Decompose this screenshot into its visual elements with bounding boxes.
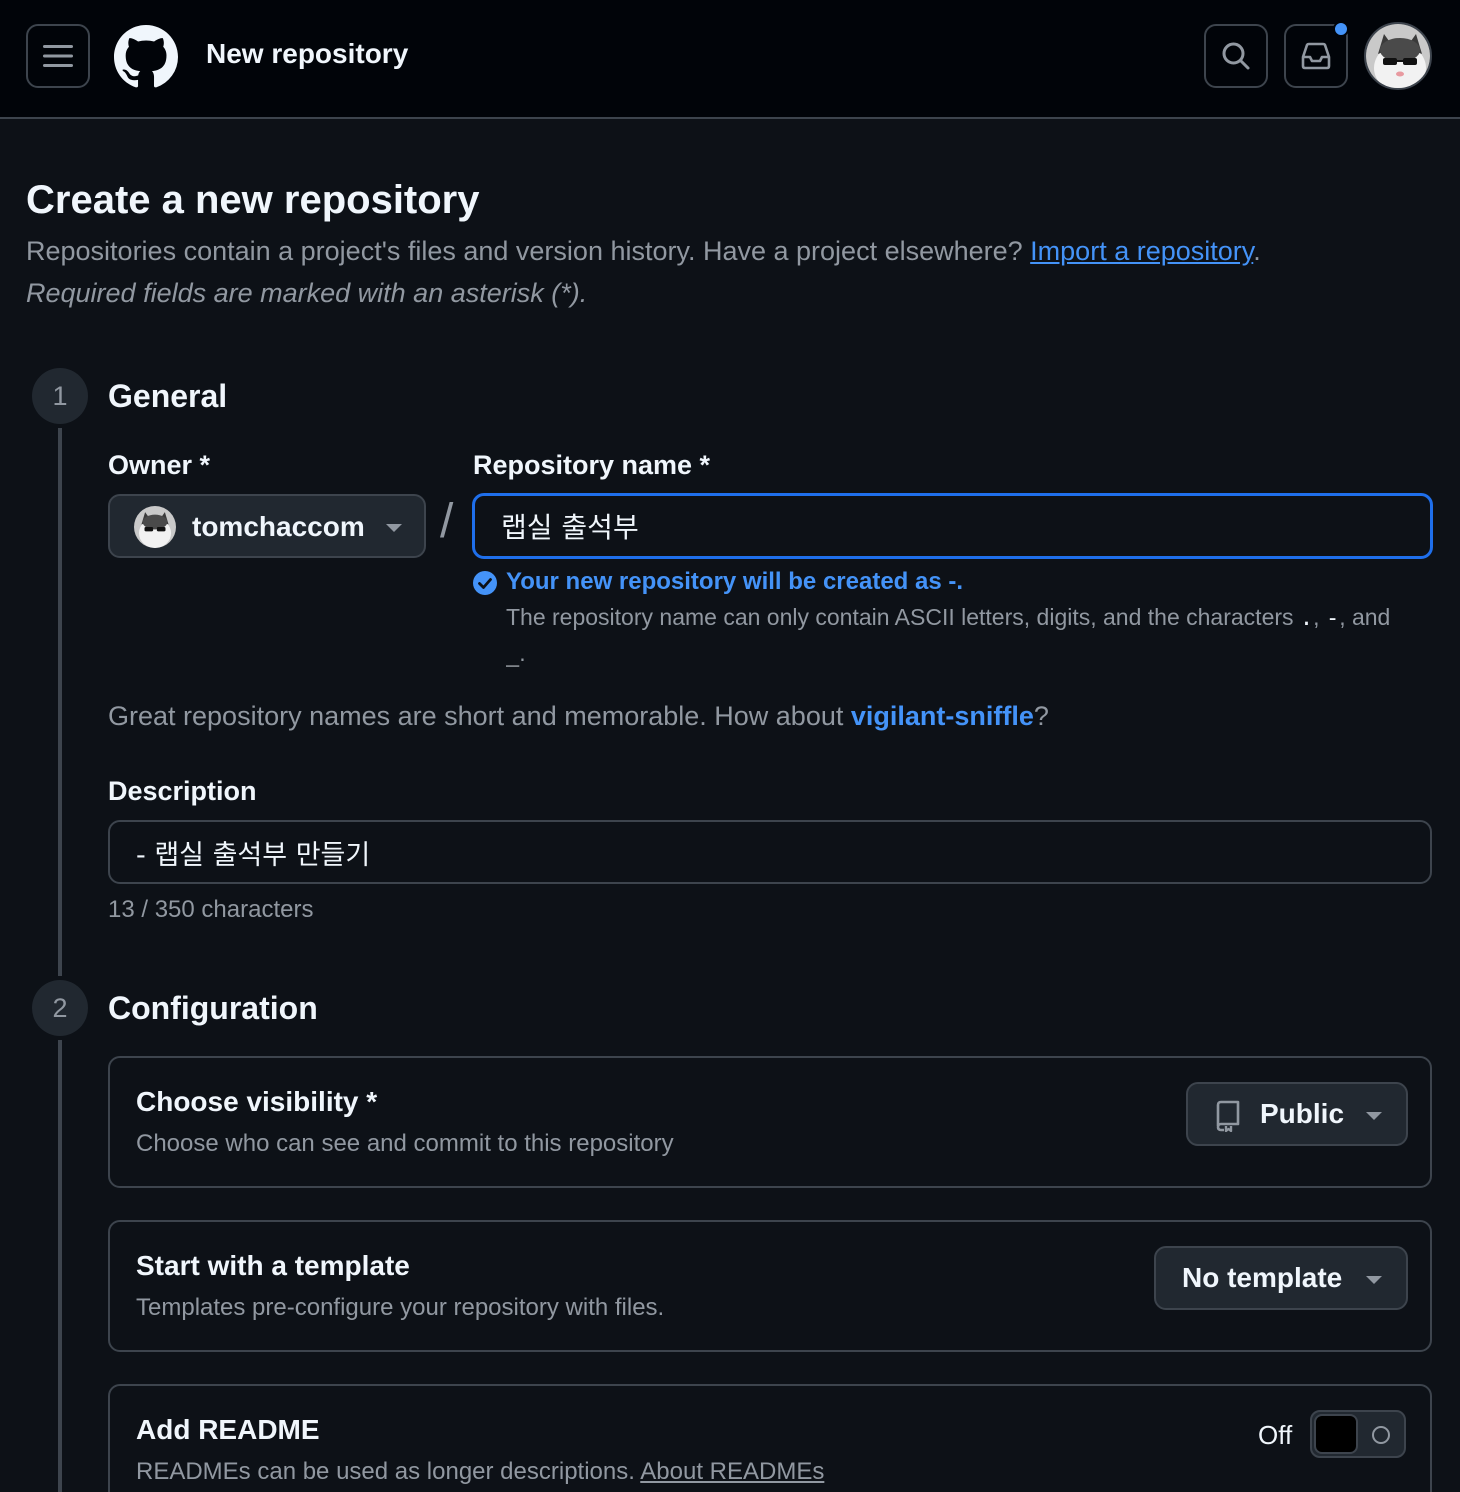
section-title-configuration: Configuration bbox=[108, 990, 318, 1026]
allowed-char-dot: . bbox=[1299, 606, 1314, 631]
caret-down-icon bbox=[386, 524, 402, 532]
step-1-line bbox=[58, 428, 62, 976]
readme-subtitle-text: READMEs can be used as longer descriptio… bbox=[136, 1458, 635, 1485]
step-2-indicator: 2 bbox=[32, 980, 88, 1036]
toggle-off-icon bbox=[1372, 1426, 1390, 1444]
validation-message-text: Your new repository will be created as -… bbox=[506, 568, 964, 595]
notification-dot bbox=[1333, 21, 1349, 37]
search-icon bbox=[1222, 42, 1250, 70]
required-fields-note: Required fields are marked with an aster… bbox=[26, 278, 588, 308]
about-readmes-link[interactable]: About READMEs bbox=[640, 1458, 824, 1485]
user-avatar[interactable] bbox=[1364, 22, 1432, 90]
caret-down-icon bbox=[1366, 1276, 1382, 1284]
description-input[interactable] bbox=[108, 820, 1432, 884]
hamburger-menu-button[interactable] bbox=[26, 24, 90, 88]
visibility-card: Choose visibility * Choose who can see a… bbox=[108, 1056, 1432, 1188]
owner-avatar bbox=[134, 506, 176, 548]
owner-select[interactable]: tomchaccom bbox=[108, 494, 426, 558]
template-select[interactable]: No template bbox=[1154, 1246, 1408, 1310]
allowed-char-underscore: _ bbox=[506, 642, 520, 667]
repository-name-label: Repository name * bbox=[473, 450, 711, 480]
owner-label: Owner * bbox=[108, 450, 211, 480]
check-circle-icon bbox=[473, 571, 497, 595]
step-1-indicator: 1 bbox=[32, 368, 88, 424]
visibility-subtitle: Choose who can see and commit to this re… bbox=[136, 1130, 674, 1157]
toggle-knob bbox=[1314, 1414, 1358, 1454]
visibility-title: Choose visibility * bbox=[136, 1086, 378, 1117]
header-title: New repository bbox=[206, 38, 409, 69]
template-card: Start with a template Templates pre-conf… bbox=[108, 1220, 1432, 1352]
name-suggestion: Great repository names are short and mem… bbox=[108, 701, 1049, 732]
description-label: Description bbox=[108, 776, 257, 806]
template-value: No template bbox=[1182, 1262, 1343, 1293]
page-subtitle-text: Repositories contain a project's files a… bbox=[26, 236, 1023, 266]
description-char-count: 13 / 350 characters bbox=[108, 896, 314, 923]
readme-title: Add README bbox=[136, 1414, 320, 1445]
suggested-name-link[interactable]: vigilant-sniffle bbox=[851, 701, 1034, 731]
rules-text: The repository name can only contain ASC… bbox=[506, 604, 1294, 630]
repository-name-input[interactable] bbox=[472, 493, 1433, 559]
caret-down-icon bbox=[1366, 1112, 1382, 1120]
inbox-icon bbox=[1301, 42, 1331, 70]
suggestion-end: ? bbox=[1033, 701, 1049, 731]
readme-card: Add README READMEs can be used as longer… bbox=[108, 1384, 1432, 1492]
page-title: Create a new repository bbox=[26, 178, 480, 222]
allowed-char-hyphen: - bbox=[1325, 606, 1340, 631]
hamburger-menu-icon bbox=[43, 45, 73, 67]
rules-sep-1: , bbox=[1313, 604, 1320, 630]
visibility-select[interactable]: Public bbox=[1186, 1082, 1408, 1146]
rules-end: . bbox=[519, 640, 526, 666]
repo-icon bbox=[1216, 1100, 1240, 1132]
owner-name: tomchaccom bbox=[192, 511, 365, 542]
page-subtitle-end: . bbox=[1253, 236, 1261, 266]
page-subtitle: Repositories contain a project's files a… bbox=[26, 236, 1261, 267]
github-logo-icon[interactable] bbox=[114, 25, 178, 89]
readme-toggle[interactable] bbox=[1310, 1410, 1406, 1458]
template-title: Start with a template bbox=[136, 1250, 410, 1281]
section-title-general: General bbox=[108, 378, 228, 414]
suggestion-text: Great repository names are short and mem… bbox=[108, 701, 844, 731]
import-repository-link[interactable]: Import a repository bbox=[1030, 236, 1253, 266]
owner-repo-separator: / bbox=[440, 495, 454, 548]
rules-sep-2: , and bbox=[1339, 604, 1391, 630]
visibility-value: Public bbox=[1260, 1098, 1345, 1129]
readme-toggle-label: Off bbox=[1258, 1420, 1293, 1450]
search-button[interactable] bbox=[1204, 24, 1268, 88]
template-subtitle: Templates pre-configure your repository … bbox=[136, 1294, 665, 1321]
repository-name-rules: The repository name can only contain ASC… bbox=[506, 600, 1416, 672]
readme-subtitle: READMEs can be used as longer descriptio… bbox=[136, 1458, 824, 1486]
step-2-line bbox=[58, 1040, 62, 1492]
top-header: New repository bbox=[0, 0, 1460, 119]
